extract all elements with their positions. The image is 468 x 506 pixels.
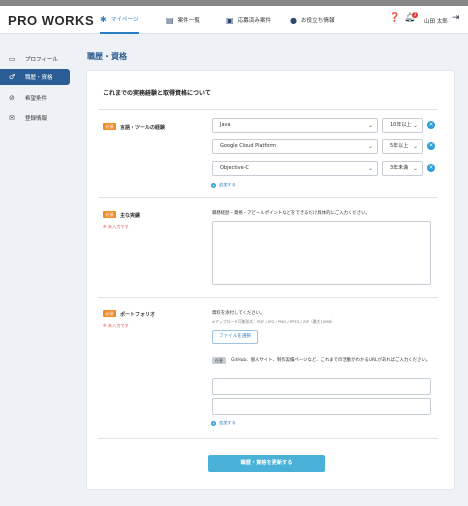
briefcase-icon: ▣: [226, 15, 234, 25]
remove-row-icon[interactable]: ×: [427, 164, 435, 172]
chevron-down-icon: ⌄: [367, 122, 373, 129]
skill-select-2[interactable]: Google Cloud Platform ⌄: [212, 139, 378, 154]
sidebar-item-label: 希望条件: [25, 96, 48, 102]
skill-select-value: Objective-C: [220, 165, 250, 171]
required-badge: 必須: [103, 123, 116, 130]
years-select-value: 10年以上: [390, 122, 412, 128]
url-input-1[interactable]: [212, 378, 431, 395]
years-select-value: 3年未満: [390, 165, 409, 171]
divider: [98, 197, 438, 198]
divider: [98, 438, 438, 439]
chevron-down-icon: ⌄: [367, 165, 373, 172]
nav-applied[interactable]: ▣ 応募済み案件: [226, 6, 271, 34]
logout-icon[interactable]: ⇥: [452, 13, 460, 23]
sidebar-item-label: 職歴・資格: [25, 75, 53, 81]
portfolio-warning: ※ 未入力です: [103, 323, 129, 328]
chevron-down-icon: ⌄: [412, 122, 418, 129]
logo[interactable]: PRO WORKS: [8, 13, 94, 28]
plus-icon: +: [211, 420, 216, 426]
profile-card-icon: ▭: [9, 55, 16, 63]
nav-jobs-label: 案件一覧: [177, 18, 200, 24]
remove-row-icon[interactable]: ×: [427, 121, 435, 129]
help-icon[interactable]: ❓: [389, 13, 400, 23]
achievements-help: 職務経歴・資格・アピールポイントなどをできるだけ具体的にご入力ください。: [212, 211, 370, 216]
career-icon: ♂: [9, 73, 16, 81]
required-badge: 必須: [103, 310, 116, 317]
skill-select-value: Google Cloud Platform: [220, 143, 277, 149]
achievements-label: 主な実績: [120, 213, 141, 219]
choose-file-button[interactable]: ファイルを選択: [212, 330, 258, 344]
header: PRO WORKS ✱ マイページ ▤ 案件一覧 ▣ 応募済み案件 ● お役立ち…: [0, 6, 468, 34]
add-skill-link[interactable]: + 追加する: [211, 182, 236, 188]
url-help: GitHub、個人サイト、制作実績ページなど、これまでの活動がわかるURLがあれ…: [231, 358, 431, 363]
sidebar-item-registration[interactable]: ✉ 登録情報: [0, 110, 70, 126]
sidebar-item-label: 登録情報: [25, 116, 48, 122]
nav-info-label: お役立ち情報: [300, 18, 335, 24]
years-select-3[interactable]: 3年未満 ⌄: [382, 161, 423, 176]
people-icon: ●: [290, 15, 297, 25]
skill-select-value: Java: [220, 122, 231, 128]
nav-mypage[interactable]: ✱ マイページ: [100, 6, 139, 34]
update-career-button[interactable]: 職歴・資格を更新する: [208, 455, 325, 472]
sidebar-item-label: プロフィール: [25, 57, 58, 63]
add-url-link[interactable]: + 追加する: [211, 420, 236, 426]
years-select-2[interactable]: 5年以上 ⌄: [382, 139, 423, 154]
remove-row-icon[interactable]: ×: [427, 142, 435, 150]
skills-label: 言語・ツールの経験: [120, 125, 166, 131]
divider: [98, 109, 438, 110]
sidebar-item-preferences[interactable]: ⊘ 希望条件: [0, 90, 70, 106]
nav-jobs[interactable]: ▤ 案件一覧: [166, 6, 200, 34]
sidebar-item-profile[interactable]: ▭ プロフィール: [0, 51, 70, 67]
url-input-2[interactable]: [212, 398, 431, 415]
gear-icon: ✱: [100, 14, 107, 24]
notification-badge: 3: [412, 12, 418, 18]
plus-icon: +: [211, 182, 216, 188]
required-badge: 必須: [103, 211, 116, 218]
add-skill-label: 追加する: [219, 182, 236, 187]
divider: [98, 297, 438, 298]
chevron-down-icon: ⌄: [412, 143, 418, 150]
chevron-down-icon: ⌄: [367, 143, 373, 150]
portfolio-note: ※アップロード可能形式：PDF / JPG / PNG / PPTX / ZIP…: [212, 319, 335, 324]
sidebar-item-career[interactable]: ♂ 職歴・資格: [0, 69, 70, 85]
optional-badge: 任意: [212, 357, 226, 364]
skill-select-1[interactable]: Java ⌄: [212, 118, 378, 133]
user-name[interactable]: 山田 太郎: [424, 17, 448, 25]
list-icon: ▤: [166, 15, 174, 25]
years-select-1[interactable]: 10年以上 ⌄: [382, 118, 423, 133]
nav-info[interactable]: ● お役立ち情報: [290, 6, 335, 34]
add-url-label: 追加する: [219, 420, 236, 425]
achievements-warning: ※ 未入力です: [103, 224, 129, 229]
page-title: 職歴・資格: [87, 52, 127, 61]
portfolio-help: 資料を添付してください。: [212, 311, 265, 316]
check-circle-icon: ⊘: [9, 94, 15, 102]
skill-select-3[interactable]: Objective-C ⌄: [212, 161, 378, 176]
achievements-textarea[interactable]: [212, 221, 431, 285]
card-title: これまでの実務経験と取得資格について: [103, 90, 211, 97]
chevron-down-icon: ⌄: [412, 165, 418, 172]
sidebar: ▭ プロフィール ♂ 職歴・資格 ⊘ 希望条件 ✉ 登録情報: [0, 35, 76, 506]
nav-applied-label: 応募済み案件: [237, 18, 272, 24]
portfolio-label: ポートフォリオ: [120, 312, 156, 318]
nav-mypage-label: マイページ: [110, 17, 139, 23]
years-select-value: 5年以上: [390, 143, 409, 149]
mail-icon: ✉: [9, 114, 15, 122]
